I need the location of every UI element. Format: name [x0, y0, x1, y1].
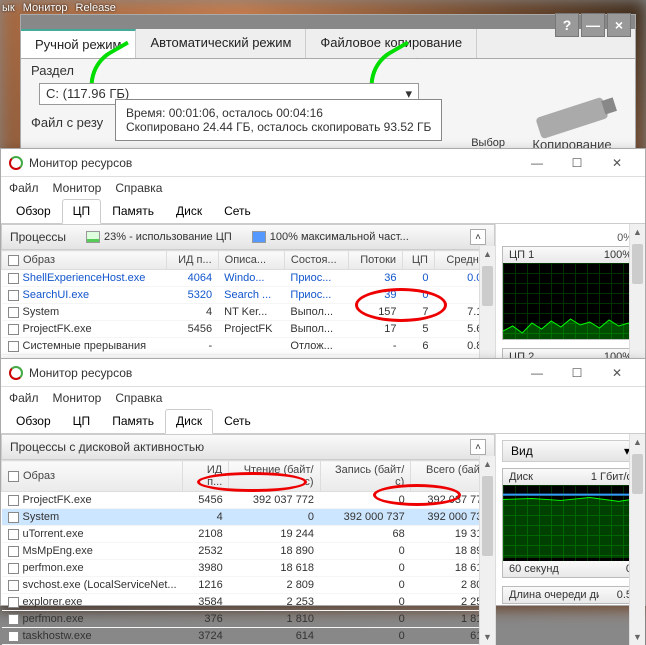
- table-row[interactable]: MsMpEng.exe253218 890018 890: [2, 543, 495, 560]
- usb-icon: [535, 97, 608, 140]
- close-button[interactable]: ✕: [597, 150, 637, 176]
- chart-max: 1 Гбит/с: [591, 471, 632, 483]
- table-row[interactable]: System40392 000 737392 000 737: [2, 509, 495, 526]
- maximize-button[interactable]: ☐: [557, 360, 597, 386]
- scrollbar[interactable]: ▲▼: [479, 456, 495, 645]
- tooltip-line: Скопировано 24.44 ГБ, осталось скопирова…: [126, 120, 431, 134]
- col-cpu[interactable]: ЦП: [403, 251, 435, 270]
- close-button[interactable]: ×: [607, 13, 631, 37]
- col-pid[interactable]: ИД п...: [167, 251, 218, 270]
- table-row[interactable]: ShellExperienceHost.exe4064Windo...Приос…: [2, 270, 495, 287]
- minimize-button[interactable]: —: [517, 150, 557, 176]
- menu-monitor[interactable]: Монитор: [53, 181, 102, 195]
- tab-overview[interactable]: Обзор: [5, 409, 62, 433]
- progress-tooltip: Время: 00:01:06, осталось 00:04:16 Скопи…: [115, 99, 442, 141]
- chart-title: ЦП 1: [509, 249, 534, 261]
- cpu-freq-label: 100% максимальной част...: [270, 231, 409, 243]
- table-row[interactable]: ProjectFK.exe5456392 037 7720392 037 772: [2, 492, 495, 509]
- window-title: Монитор ресурсов: [29, 156, 132, 170]
- menu-monitor[interactable]: Монитор: [53, 391, 102, 405]
- table-row[interactable]: ProjectFK.exe5456ProjectFKВыпол...1755.6…: [2, 321, 495, 338]
- collapse-button[interactable]: ˄: [470, 229, 486, 245]
- copy-app-window: ? — × Ручной режим Автоматический режим …: [20, 14, 636, 164]
- cpu-chart-1: ЦП 1 100%: [502, 246, 639, 340]
- result-file-label: Файл с резу: [31, 115, 103, 130]
- table-row[interactable]: perfmon.exe398018 618018 618: [2, 560, 495, 577]
- table-row[interactable]: Системные прерывания-Отлож...-60.81: [2, 338, 495, 355]
- window-title: Монитор ресурсов: [29, 366, 132, 380]
- minimize-button[interactable]: —: [581, 13, 605, 37]
- tab-cpu[interactable]: ЦП: [62, 199, 102, 224]
- col-image[interactable]: Образ: [2, 461, 183, 492]
- tooltip-line: Время: 00:01:06, осталось 00:04:16: [126, 106, 431, 120]
- chart-title: Диск: [509, 471, 533, 483]
- col-desc[interactable]: Описа...: [218, 251, 284, 270]
- menu-help[interactable]: Справка: [115, 391, 162, 405]
- menu-help[interactable]: Справка: [115, 181, 162, 195]
- section-title: Процессы с дисковой активностью: [10, 440, 204, 454]
- table-row[interactable]: uTorrent.exe210819 2446819 313: [2, 526, 495, 543]
- scrollbar[interactable]: ▲▼: [629, 434, 645, 645]
- disk-process-table: Образ ИД п... Чтение (байт/с) Запись (ба…: [1, 460, 495, 645]
- col-read[interactable]: Чтение (байт/с): [229, 461, 320, 492]
- tab-auto-mode[interactable]: Автоматический режим: [136, 29, 306, 58]
- tab-network[interactable]: Сеть: [213, 199, 262, 223]
- col-image[interactable]: Образ: [2, 251, 167, 270]
- chart-max: 100%: [604, 249, 632, 261]
- tab-network[interactable]: Сеть: [213, 409, 262, 433]
- app-icon: [9, 156, 23, 170]
- table-row[interactable]: SearchUI.exe5320Search ...Приос...390: [2, 287, 495, 304]
- tab-cpu[interactable]: ЦП: [62, 409, 102, 433]
- processes-section-header[interactable]: Процессы 23% - использование ЦП 100% мак…: [1, 224, 495, 250]
- view-dropdown[interactable]: Вид▾: [502, 440, 639, 462]
- col-status[interactable]: Состоя...: [284, 251, 349, 270]
- col-write[interactable]: Запись (байт/с): [320, 461, 411, 492]
- resource-monitor-cpu: Монитор ресурсов — ☐ ✕ Файл Монитор Спра…: [0, 148, 646, 366]
- help-button[interactable]: ?: [555, 13, 579, 37]
- col-threads[interactable]: Потоки: [349, 251, 403, 270]
- maximize-button[interactable]: ☐: [557, 150, 597, 176]
- tab-memory[interactable]: Память: [101, 409, 165, 433]
- chart-title: Длина очереди диска 0 (...: [509, 589, 599, 601]
- col-pid[interactable]: ИД п...: [183, 461, 229, 492]
- table-row[interactable]: taskhostw.exe37246140614: [2, 628, 495, 645]
- tab-disk[interactable]: Диск: [165, 199, 213, 223]
- close-button[interactable]: ✕: [597, 360, 637, 386]
- app-icon: [9, 366, 23, 380]
- taskbar-label: Монитор: [23, 2, 68, 14]
- table-row[interactable]: svchost.exe (LocalServiceNet...12162 809…: [2, 577, 495, 594]
- tab-disk[interactable]: Диск: [165, 409, 213, 434]
- queue-chart: Длина очереди диска 0 (...0.5: [502, 586, 639, 604]
- resource-monitor-disk: Монитор ресурсов — ☐ ✕ Файл Монитор Спра…: [0, 358, 646, 606]
- tab-overview[interactable]: Обзор: [5, 199, 62, 223]
- menu-file[interactable]: Файл: [9, 391, 39, 405]
- section-label: Раздел: [31, 63, 74, 78]
- chart-footer: 60 секунд: [509, 563, 559, 575]
- minimize-button[interactable]: —: [517, 360, 557, 386]
- taskbar-label: ык: [2, 2, 15, 14]
- menubar: Файл Монитор Справка: [1, 177, 645, 199]
- disk-processes-header[interactable]: Процессы с дисковой активностью ˄: [1, 434, 495, 460]
- tab-memory[interactable]: Память: [101, 199, 165, 223]
- menubar: Файл Монитор Справка: [1, 387, 645, 409]
- collapse-button[interactable]: ˄: [470, 439, 486, 455]
- chart-scale: 0%: [502, 230, 639, 246]
- table-row[interactable]: perfmon.exe3761 81001 810: [2, 611, 495, 628]
- menu-file[interactable]: Файл: [9, 181, 39, 195]
- table-row[interactable]: System4NT Ker...Выпол...15777.17: [2, 304, 495, 321]
- section-title: Процессы: [10, 230, 66, 244]
- taskbar-label: Release: [76, 2, 116, 14]
- cpu-usage-label: 23% - использование ЦП: [104, 231, 232, 243]
- disk-chart: Диск1 Гбит/с 60 секунд0: [502, 468, 639, 578]
